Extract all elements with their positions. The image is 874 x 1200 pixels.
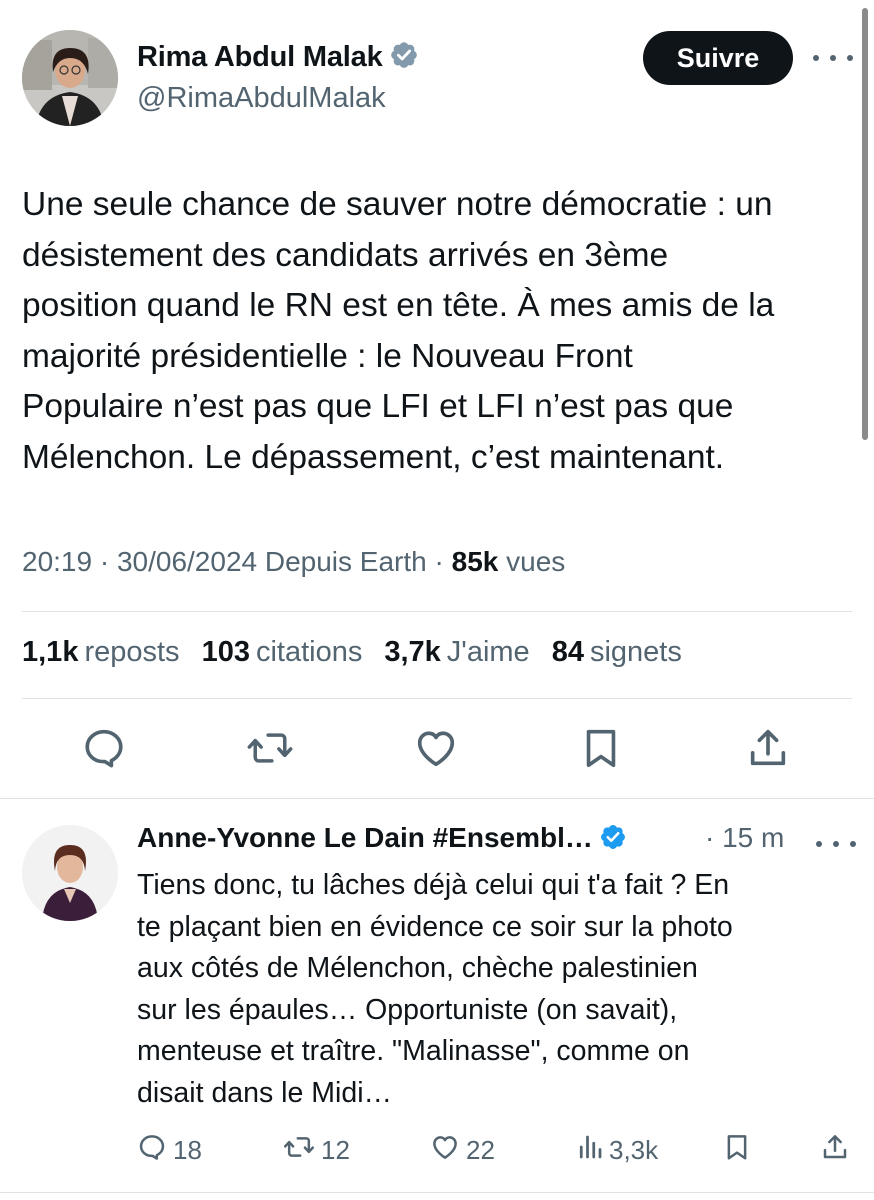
reply-timestamp[interactable]: · 15 m [705, 822, 784, 854]
tweet-text-line: majorité présidentielle : le Nouveau Fro… [22, 337, 633, 375]
views-count-reply: 3,3k [609, 1134, 659, 1165]
reply-more-options-icon[interactable] [816, 832, 856, 856]
like-icon [430, 1132, 460, 1169]
tweet-stats: 1,1k reposts 103 citations 3,7k J'aime 84 si… [22, 636, 682, 669]
tweet-text-line: position quand le RN est en tête. À mes … [22, 287, 775, 324]
reply-icon [137, 1132, 167, 1169]
stat-reposts[interactable]: 1,1k reposts [22, 636, 180, 669]
share-icon [820, 1131, 850, 1170]
tweet-text-line: Mélenchon. Le dépassement, c’est mainten… [22, 438, 725, 476]
reply-icon[interactable] [80, 724, 128, 772]
repost-icon [283, 1132, 315, 1169]
bookmark-icon [722, 1131, 752, 1170]
scrollbar[interactable] [862, 8, 868, 440]
author-name[interactable]: Rima Abdul Malak [137, 40, 419, 78]
reply-repost-button[interactable]: 12 [283, 1134, 350, 1166]
reply-text-line: aux côtés de Mélenchon, chèche palestini… [137, 952, 698, 984]
like-count: 22 [466, 1134, 495, 1165]
reply-author-avatar[interactable] [22, 825, 118, 921]
tweet-text-line: Populaire n’est pas que LFI et LFI n’est… [22, 388, 734, 425]
reply-text-line: menteuse et traître. "Malinasse", comme … [137, 1035, 690, 1067]
verified-badge-icon [599, 823, 627, 858]
author-name-text[interactable]: Rima Abdul Malak [137, 41, 383, 73]
stat-quotes[interactable]: 103 citations [202, 636, 363, 669]
author-handle[interactable]: @RimaAbdulMalak [137, 82, 386, 115]
follow-button[interactable]: Suivre [643, 31, 793, 85]
reply-bookmark-button[interactable] [722, 1134, 752, 1166]
divider [22, 611, 852, 612]
bookmark-icon[interactable] [577, 724, 625, 772]
reply-share-button[interactable] [820, 1134, 850, 1166]
tweet-text-line: Une seule chance de sauver notre démocra… [22, 186, 773, 223]
share-icon[interactable] [744, 724, 792, 772]
views-icon [577, 1132, 603, 1169]
divider [0, 1192, 874, 1193]
reply-author-name[interactable]: Anne-Yvonne Le Dain #Ensembl… [137, 822, 627, 858]
views-count: 85k [451, 546, 499, 577]
reply-text: Tiens donc, tu lâches déjà celui qui t'a… [137, 865, 857, 1114]
reply-reply-button[interactable]: 18 [137, 1134, 202, 1166]
tweet-text: Une seule chance de sauver notre démocra… [22, 180, 862, 483]
tweet-timestamp[interactable]: 20:19 · 30/06/2024 Depuis Earth · [22, 546, 452, 577]
verified-badge-icon [389, 40, 419, 78]
divider [22, 698, 852, 699]
tweet-text-line: désistement des candidats arrivés en 3èm… [22, 236, 669, 274]
stat-likes[interactable]: 3,7k J'aime [384, 636, 529, 669]
reply-views-button[interactable]: 3,3k [577, 1134, 658, 1166]
reply-like-button[interactable]: 22 [430, 1134, 495, 1166]
views-label: vues [498, 546, 566, 577]
like-icon[interactable] [412, 724, 460, 772]
repost-count: 12 [321, 1134, 350, 1165]
author-avatar[interactable] [22, 30, 118, 126]
reply-count: 18 [173, 1134, 202, 1165]
reply-author-name-text[interactable]: Anne-Yvonne Le Dain #Ensembl… [137, 822, 593, 853]
tweet-meta: 20:19 · 30/06/2024 Depuis Earth · 85k vu… [22, 546, 565, 578]
more-options-icon[interactable] [813, 46, 853, 70]
stat-bookmarks[interactable]: 84 signets [552, 636, 682, 669]
reply-text-line: Tiens donc, tu lâches déjà celui qui t'a… [137, 869, 730, 901]
divider [0, 798, 874, 799]
reply-text-line: sur les épaules… Opportuniste (on savait… [137, 993, 678, 1026]
repost-icon[interactable] [246, 724, 294, 772]
reply-text-line: disait dans le Midi… [137, 1076, 393, 1109]
reply-text-line: te plaçant bien en évidence ce soir sur … [137, 910, 733, 943]
